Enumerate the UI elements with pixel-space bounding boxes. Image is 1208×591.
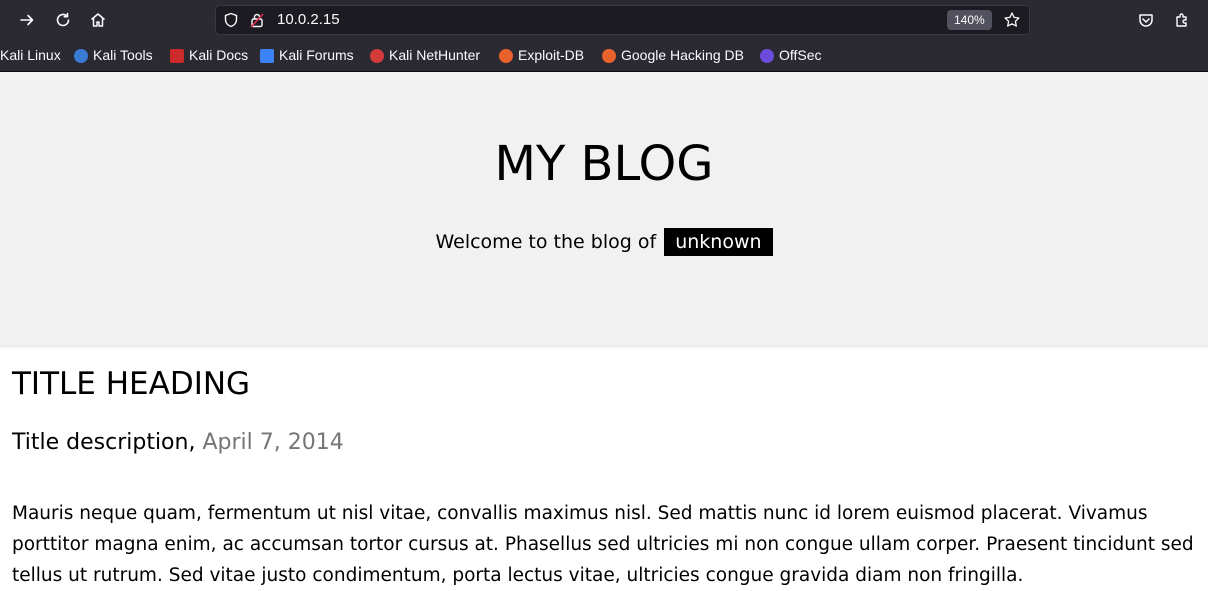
post-date: April 7, 2014	[202, 430, 344, 455]
puzzle-icon	[1176, 13, 1187, 27]
bookmark-google-hacking-db[interactable]: Google Hacking DB	[602, 40, 744, 71]
browser-toolbar: 10.0.2.15 140%	[0, 0, 1208, 40]
url-text[interactable]: 10.0.2.15	[277, 5, 340, 35]
pocket-icon	[1139, 14, 1153, 27]
reload-icon	[56, 12, 70, 27]
bookmark-label: Exploit-DB	[518, 47, 585, 63]
kali-forums-icon	[260, 48, 274, 63]
bookmark-label: Kali Docs	[189, 47, 249, 63]
bookmark-kali-linux[interactable]: Kali Linux	[0, 40, 61, 71]
bookmark-label: OffSec	[779, 47, 822, 63]
bookmark-star-icon[interactable]	[1003, 11, 1021, 29]
bookmark-label: Kali Linux	[0, 47, 61, 63]
forward-arrow-icon	[20, 14, 34, 26]
offsec-icon	[760, 48, 774, 63]
post-description-line: Title description, April 7, 2014	[12, 430, 344, 455]
shield-icon[interactable]	[223, 12, 239, 28]
bookmark-kali-forums[interactable]: Kali Forums	[260, 40, 354, 71]
blog-header: MY BLOG Welcome to the blog of unknown	[0, 72, 1208, 345]
bookmark-label: Kali NetHunter	[389, 47, 481, 63]
kali-tools-icon	[74, 48, 88, 63]
site-title: MY BLOG	[494, 136, 714, 192]
home-button[interactable]	[86, 8, 110, 32]
bookmark-kali-nethunter[interactable]: Kali NetHunter	[370, 40, 480, 71]
bookmark-label: Google Hacking DB	[621, 47, 744, 63]
welcome-text: Welcome to the blog of	[435, 231, 657, 253]
kali-docs-icon	[170, 48, 184, 63]
post-description: Title description,	[12, 430, 196, 455]
bookmark-offsec[interactable]: OffSec	[760, 40, 822, 71]
ghdb-icon	[602, 48, 616, 63]
bookmark-label: Kali Tools	[93, 47, 153, 63]
post-body: Mauris neque quam, fermentum ut nisl vit…	[12, 503, 1194, 586]
pocket-button[interactable]	[1134, 8, 1158, 32]
bookmark-label: Kali Forums	[279, 47, 354, 63]
address-bar[interactable]: 10.0.2.15 140%	[215, 5, 1030, 35]
zoom-indicator[interactable]: 140%	[947, 10, 992, 30]
kali-nethunter-icon	[370, 48, 384, 63]
reload-button[interactable]	[51, 8, 75, 32]
post-title: TITLE HEADING	[12, 366, 251, 402]
bookmark-exploit-db[interactable]: Exploit-DB	[499, 40, 584, 71]
bookmarks-toolbar: Kali Linux Kali Tools Kali Docs Kali For…	[0, 40, 1208, 72]
extensions-button[interactable]	[1170, 8, 1194, 32]
home-icon	[91, 13, 105, 27]
forward-button[interactable]	[15, 8, 39, 32]
user-tag: unknown	[664, 228, 773, 256]
exploit-db-icon	[499, 48, 513, 63]
bookmark-kali-docs[interactable]: Kali Docs	[170, 40, 248, 71]
welcome-line: Welcome to the blog of unknown	[0, 228, 1208, 256]
bookmark-kali-tools[interactable]: Kali Tools	[74, 40, 153, 71]
insecure-lock-icon[interactable]	[249, 12, 265, 28]
